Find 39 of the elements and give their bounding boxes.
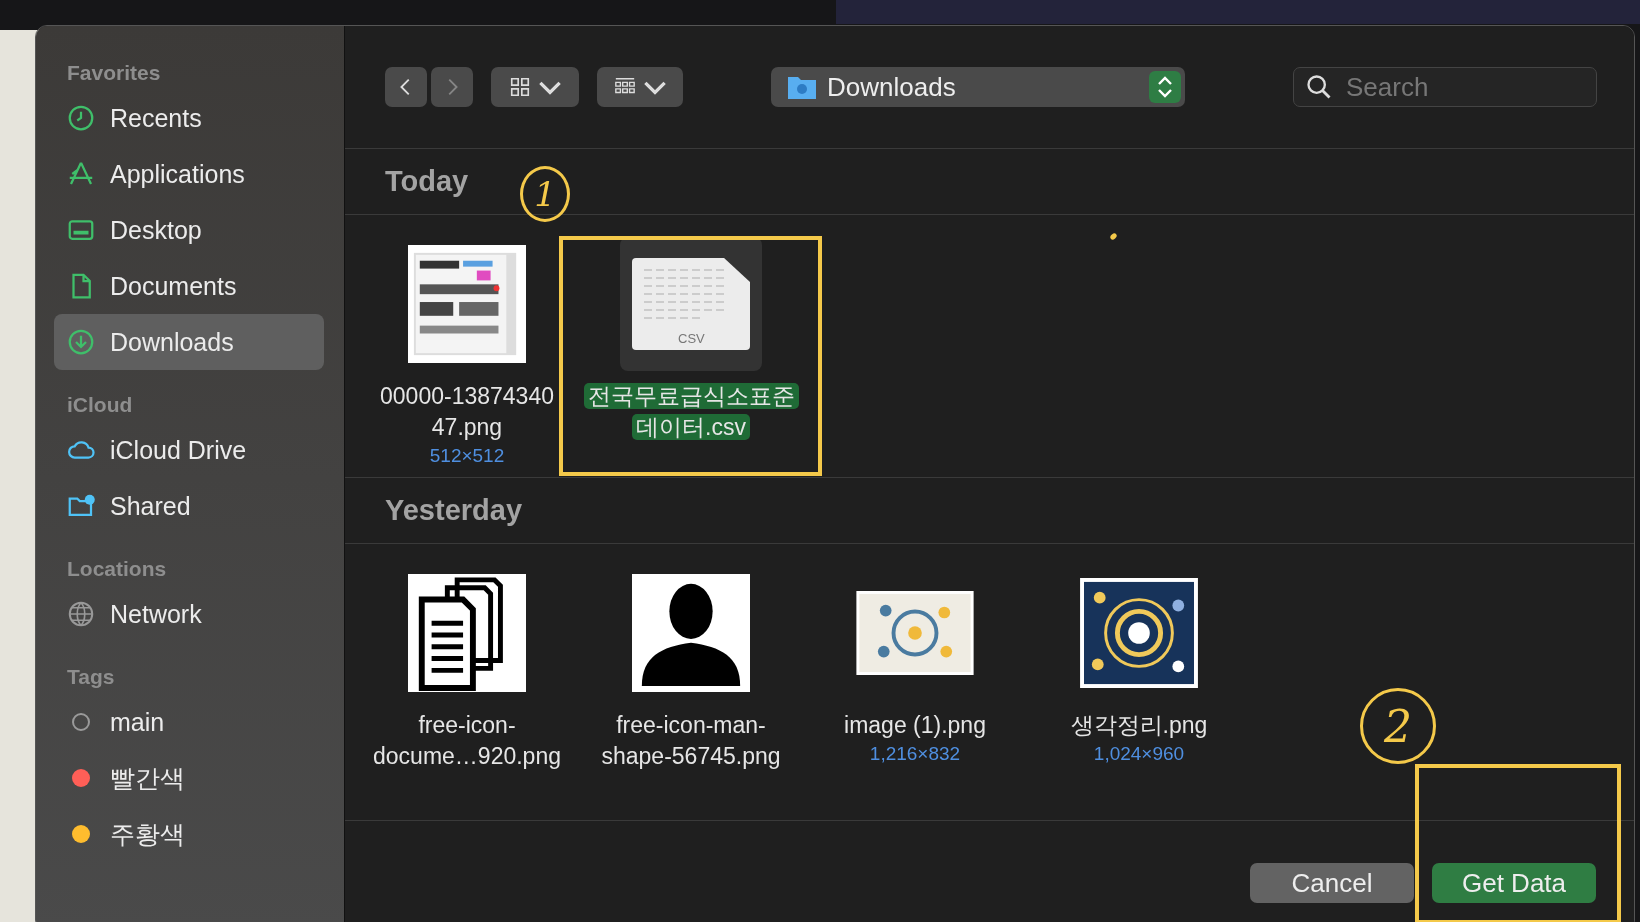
icon-grid-icon (509, 76, 531, 98)
group-header: Yesterday (345, 478, 1634, 544)
stepper-icon (1149, 71, 1181, 103)
sidebar-item[interactable]: Network (54, 586, 324, 642)
search-field[interactable]: Search (1293, 67, 1597, 107)
sidebar-item[interactable]: Desktop (54, 202, 324, 258)
sidebar-section-title: Locations (66, 556, 168, 582)
file-name[interactable]: 00000-1387434047.png (375, 381, 559, 443)
sidebar-item[interactable]: 빨간색 (54, 750, 324, 806)
sidebar-item[interactable]: Downloads (54, 314, 324, 370)
view-mode-button[interactable] (491, 67, 579, 107)
location-popup[interactable]: Downloads (771, 67, 1185, 107)
sidebar-item[interactable]: Applications (54, 146, 324, 202)
sidebar-item[interactable]: 주황색 (54, 806, 324, 862)
back-button[interactable] (385, 67, 427, 107)
get-data-button[interactable]: Get Data (1432, 863, 1596, 903)
file-name[interactable]: 생각정리.png (1039, 710, 1239, 741)
csv-file-icon: CSV (632, 258, 750, 350)
annotation-number: 2 (1360, 688, 1436, 764)
search-icon (1305, 73, 1333, 101)
sidebar-item[interactable]: Recents (54, 90, 324, 146)
sidebar-item[interactable]: Shared (54, 478, 324, 534)
file-name[interactable]: free-icon-docume…920.png (367, 710, 567, 772)
sidebar-section-title: Tags (66, 664, 116, 690)
sidebar-item[interactable]: main (54, 694, 324, 750)
file-name[interactable]: image (1).png (815, 710, 1015, 741)
group-button[interactable] (597, 67, 683, 107)
annotation-dot (1109, 232, 1118, 241)
annotation-number: 1 (520, 166, 570, 222)
sidebar-section-title: Favorites (66, 60, 162, 86)
sidebar-item[interactable]: iCloud Drive (54, 422, 324, 478)
image-dimensions: 1,024×960 (1093, 743, 1185, 765)
tag-dot (72, 713, 90, 731)
sidebar-section-title: iCloud (66, 392, 134, 418)
sidebar-item[interactable]: Documents (54, 258, 324, 314)
cancel-button[interactable]: Cancel (1250, 863, 1414, 903)
file-name[interactable]: free-icon-man-shape-56745.png (591, 710, 791, 772)
image-dimensions: 512×512 (429, 445, 505, 467)
image-dimensions: 1,216×832 (869, 743, 961, 765)
